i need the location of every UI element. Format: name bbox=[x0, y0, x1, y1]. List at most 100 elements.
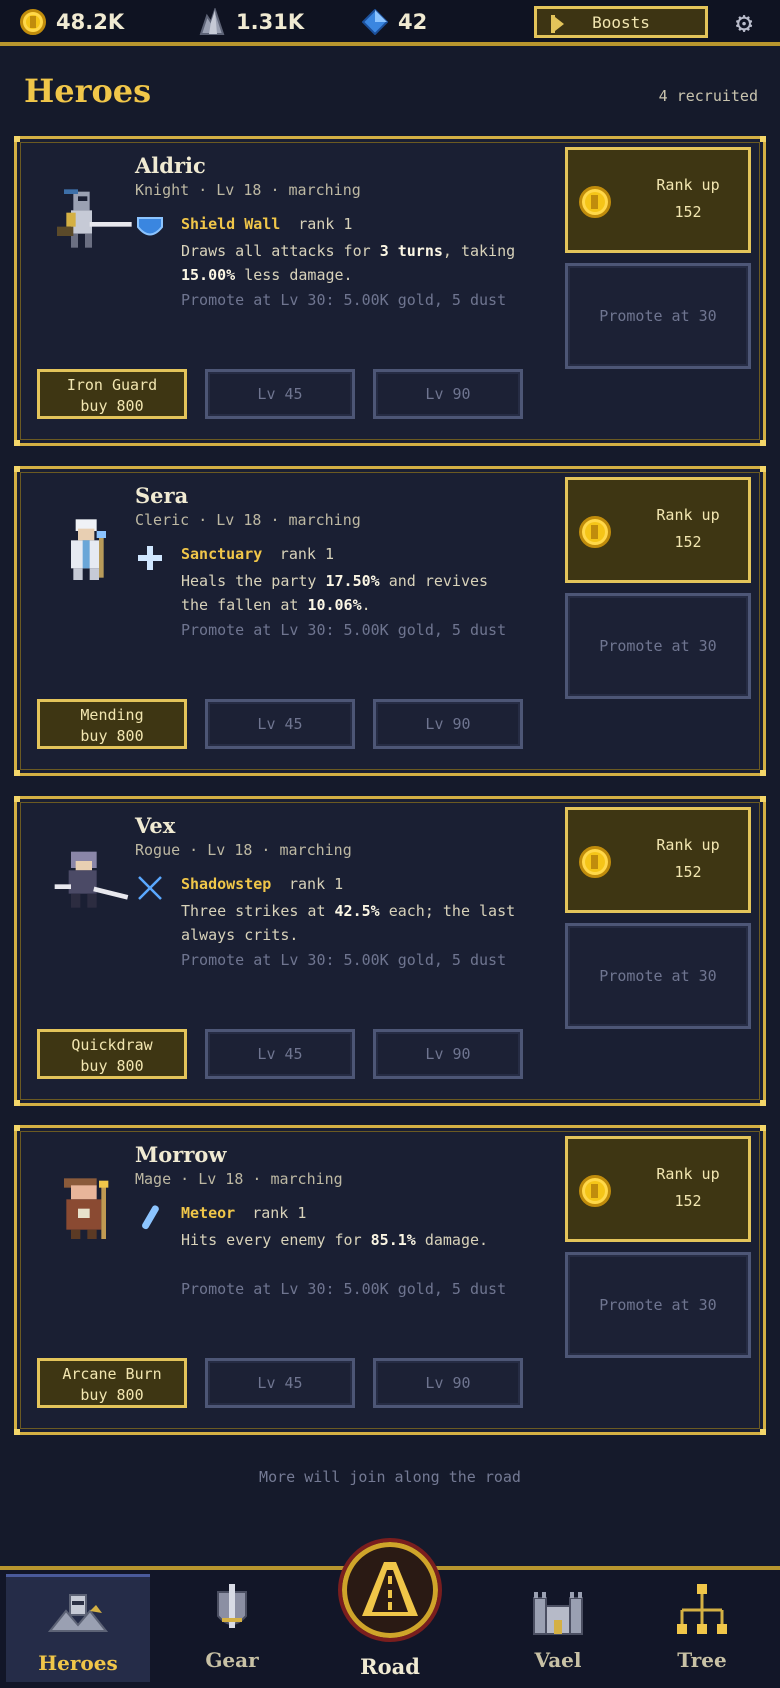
skill-rank: rank 1 bbox=[252, 1204, 307, 1222]
desc-value: 85.1% bbox=[370, 1231, 416, 1249]
promote-button[interactable]: Promote at 30 bbox=[565, 923, 751, 1029]
card-corner bbox=[760, 796, 766, 802]
promote-requirement: Promote at Lv 30: 5.00K gold, 5 dust bbox=[181, 951, 507, 969]
hero-portrait bbox=[54, 851, 129, 908]
rank-up-label: Rank up bbox=[656, 1165, 720, 1183]
page-title: Heroes bbox=[24, 72, 152, 110]
rank-up-button[interactable]: Rank up 152 bbox=[565, 477, 751, 583]
nav-road[interactable]: Road bbox=[338, 1536, 442, 1686]
rank-up-button[interactable]: Rank up 152 bbox=[565, 807, 751, 913]
settings-gear-icon[interactable]: ⚙ bbox=[729, 8, 759, 38]
hero-name: Aldric bbox=[135, 153, 206, 178]
skill-name: Sanctuary bbox=[181, 545, 263, 563]
ability-cost: buy 800 bbox=[80, 397, 144, 415]
desc-value: 10.06% bbox=[307, 596, 362, 614]
ability-name: Quickdraw bbox=[71, 1036, 153, 1054]
gold-coin-icon bbox=[579, 1175, 611, 1207]
locked-slot-label: Lv 45 bbox=[257, 1045, 303, 1063]
rank-up-cost: 152 bbox=[674, 203, 702, 221]
desc-value: 3 turns bbox=[379, 242, 443, 260]
buy-ability-button[interactable]: Arcane Burn buy 800 bbox=[37, 1358, 187, 1408]
desc-text: . bbox=[361, 596, 371, 614]
skill-icon bbox=[138, 546, 162, 570]
promote-button[interactable]: Promote at 30 bbox=[565, 593, 751, 699]
recruited-count: 4 recruited bbox=[658, 87, 758, 105]
skill-rank: rank 1 bbox=[289, 875, 344, 893]
skill-name: Meteor bbox=[181, 1204, 236, 1222]
nav-tree[interactable]: Tree bbox=[630, 1574, 774, 1682]
card-corner bbox=[760, 466, 766, 472]
desc-text: Three strikes at bbox=[181, 902, 335, 920]
locked-slot-button[interactable]: Lv 90 bbox=[373, 1029, 523, 1079]
locked-slot-button[interactable]: Lv 45 bbox=[205, 699, 355, 749]
boosts-button[interactable]: Boosts bbox=[534, 6, 708, 38]
locked-slot-label: Lv 90 bbox=[425, 715, 471, 733]
desc-text: less damage. bbox=[235, 266, 353, 284]
promote-label: Promote at 30 bbox=[599, 967, 717, 985]
hero-name: Vex bbox=[135, 813, 176, 838]
ability-name: Iron Guard bbox=[66, 376, 158, 394]
rank-up-cost: 152 bbox=[674, 1192, 702, 1210]
castle-icon bbox=[533, 1592, 583, 1635]
hero-portrait bbox=[57, 189, 132, 248]
locked-slot-label: Lv 90 bbox=[425, 1374, 471, 1392]
ability-name: Arcane Burn bbox=[62, 1365, 162, 1383]
locked-slot-button[interactable]: Lv 90 bbox=[373, 369, 523, 419]
ability-name: Mending bbox=[80, 706, 144, 724]
nav-gear[interactable]: Gear bbox=[160, 1574, 304, 1682]
promote-button[interactable]: Promote at 30 bbox=[565, 1252, 751, 1358]
hero-class-level: Knight · Lv 18 · marching bbox=[135, 181, 361, 199]
rank-up-label: Rank up bbox=[656, 506, 720, 524]
card-corner bbox=[14, 440, 20, 446]
rank-up-label: Rank up bbox=[656, 836, 720, 854]
buy-ability-button[interactable]: Quickdraw buy 800 bbox=[37, 1029, 187, 1079]
promote-label: Promote at 30 bbox=[599, 307, 717, 325]
card-corner bbox=[14, 796, 20, 802]
locked-slot-button[interactable]: Lv 45 bbox=[205, 1029, 355, 1079]
skill-icon bbox=[142, 1205, 159, 1230]
boosts-label: Boosts bbox=[592, 12, 650, 32]
nav-vael-label: Vael bbox=[534, 1648, 582, 1672]
promote-button[interactable]: Promote at 30 bbox=[565, 263, 751, 369]
card-corner bbox=[760, 440, 766, 446]
hero-portrait bbox=[64, 1178, 109, 1239]
card-corner bbox=[760, 770, 766, 776]
stone-icon bbox=[199, 8, 225, 35]
card-corner bbox=[760, 1100, 766, 1106]
nav-heroes-label: Heroes bbox=[38, 1651, 118, 1675]
rank-up-button[interactable]: Rank up 152 bbox=[565, 1136, 751, 1242]
buy-ability-button[interactable]: Iron Guard buy 800 bbox=[37, 369, 187, 419]
card-corner bbox=[760, 136, 766, 142]
locked-slot-button[interactable]: Lv 45 bbox=[205, 369, 355, 419]
hero-card: Morrow Mage · Lv 18 · marching Meteor rank … bbox=[14, 1125, 766, 1435]
buy-ability-button[interactable]: Mending buy 800 bbox=[37, 699, 187, 749]
card-corner bbox=[14, 466, 20, 472]
desc-text: damage. bbox=[415, 1231, 489, 1249]
skill-description: Hits every enemy for 85.1% damage. bbox=[181, 1228, 521, 1252]
skill-name: Shield Wall bbox=[181, 215, 281, 233]
locked-slot-button[interactable]: Lv 90 bbox=[373, 699, 523, 749]
nav-vael[interactable]: Vael bbox=[486, 1574, 630, 1682]
nav-tree-label: Tree bbox=[677, 1648, 727, 1672]
heroes-nav-icon bbox=[48, 1594, 108, 1632]
desc-value: 15.00% bbox=[181, 266, 236, 284]
rank-up-button[interactable]: Rank up 152 bbox=[565, 147, 751, 253]
nav-heroes[interactable]: Heroes bbox=[6, 1574, 150, 1682]
card-corner bbox=[14, 770, 20, 776]
locked-slot-label: Lv 90 bbox=[425, 385, 471, 403]
resource-bar: 48.2K 1.31K 42 Boosts ⚙ bbox=[0, 0, 780, 46]
stone-counter: 1.31K bbox=[198, 7, 304, 37]
nav-road-label: Road bbox=[360, 1654, 420, 1679]
skill-icon bbox=[137, 217, 163, 236]
card-corner bbox=[14, 1429, 20, 1435]
locked-slot-button[interactable]: Lv 90 bbox=[373, 1358, 523, 1408]
desc-text: Draws all attacks for bbox=[181, 242, 380, 260]
gold-coin-icon bbox=[579, 186, 611, 218]
hero-class-level: Rogue · Lv 18 · marching bbox=[135, 841, 352, 859]
ability-cost: buy 800 bbox=[80, 1057, 144, 1075]
hero-class-level: Cleric · Lv 18 · marching bbox=[135, 511, 361, 529]
hero-name: Morrow bbox=[135, 1142, 227, 1167]
gem-icon bbox=[362, 9, 388, 35]
hero-name: Sera bbox=[135, 483, 189, 508]
locked-slot-button[interactable]: Lv 45 bbox=[205, 1358, 355, 1408]
